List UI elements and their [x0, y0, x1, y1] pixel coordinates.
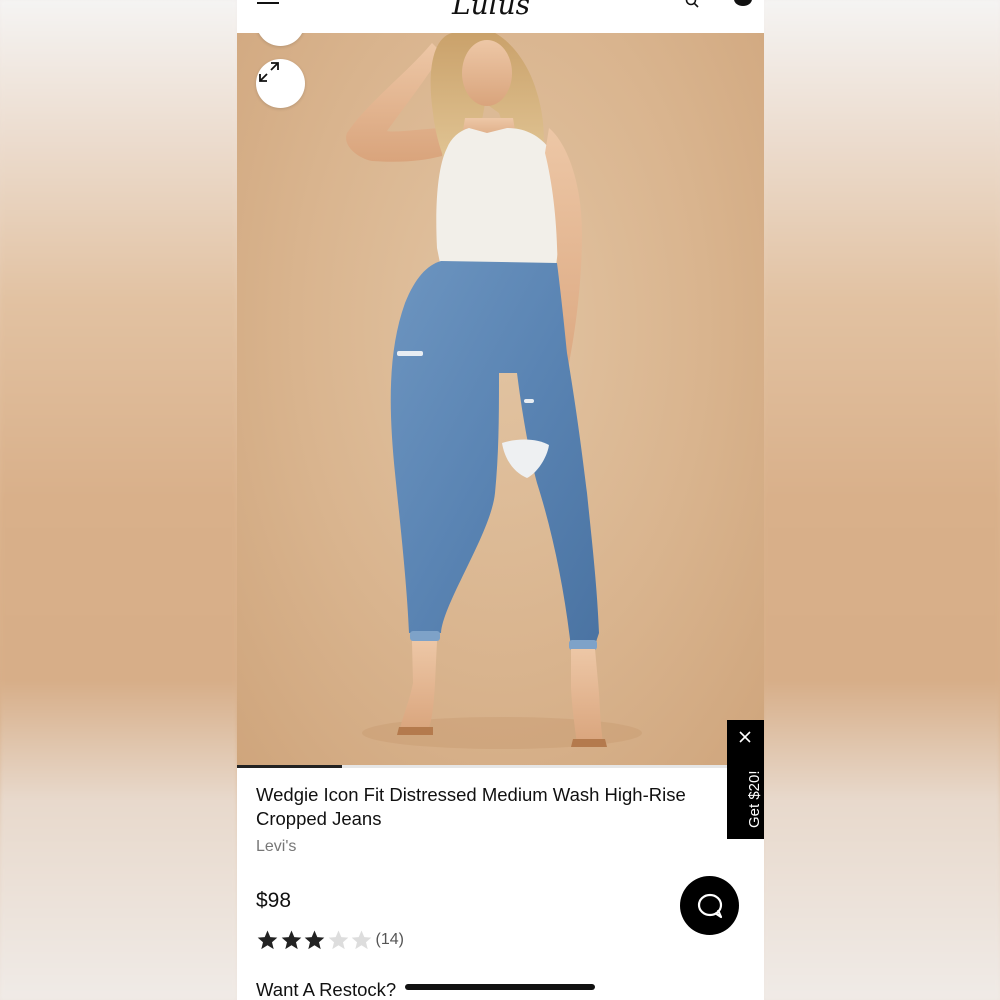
top-navigation-bar: Lulus [237, 0, 764, 33]
phone-screen: Lulus Wedgie Icon Fit Distressed Medium … [237, 0, 764, 1000]
product-title: Wedgie Icon Fit Distressed Medium Wash H… [256, 784, 686, 829]
star-empty-icon [328, 930, 348, 950]
review-count[interactable]: (14) [376, 931, 404, 949]
restock-heading: Want A Restock? [256, 979, 397, 1000]
search-icon[interactable] [685, 0, 699, 8]
expand-icon[interactable] [256, 59, 305, 108]
store-logo[interactable]: Lulus [452, 0, 552, 21]
close-icon[interactable] [738, 730, 752, 744]
home-indicator [405, 984, 595, 990]
product-brand[interactable]: Levi's [256, 838, 296, 856]
star-filled-icon [281, 930, 301, 950]
gallery-progress-fill [237, 765, 343, 768]
product-rating[interactable]: (14) [256, 928, 404, 952]
star-filled-icon [257, 930, 278, 950]
chat-button[interactable] [680, 876, 739, 935]
blurred-background-right [763, 0, 1000, 1000]
star-rating [256, 929, 374, 951]
gallery-progress-track [237, 765, 764, 768]
blurred-background-left [0, 0, 237, 1000]
promo-label[interactable]: Get $20! [746, 770, 763, 828]
hamburger-menu-icon[interactable] [257, 0, 279, 4]
star-empty-icon [351, 930, 372, 950]
product-image-gallery[interactable] [237, 33, 764, 765]
cart-icon[interactable] [734, 0, 752, 6]
product-price: $98 [256, 889, 292, 912]
star-filled-icon [304, 930, 325, 950]
product-photo [346, 33, 642, 749]
chat-bubble-icon [697, 893, 722, 918]
promo-tab[interactable]: Get $20! [727, 720, 764, 839]
